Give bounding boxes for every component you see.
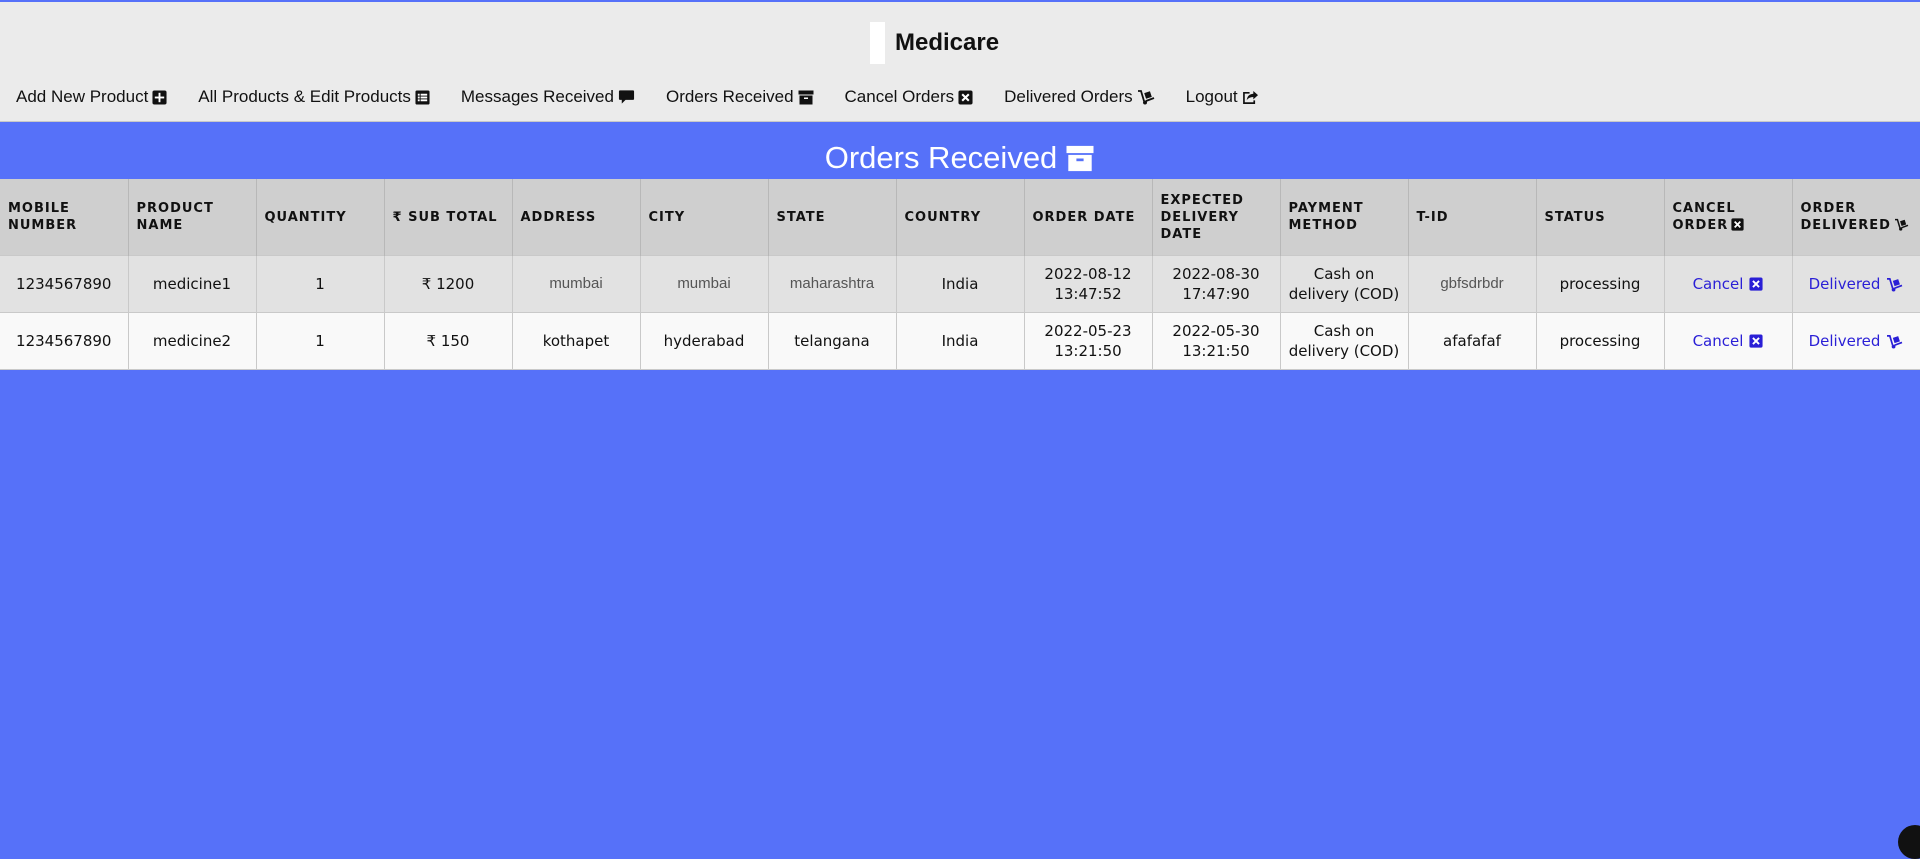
nav-label: Cancel Orders (844, 87, 955, 106)
cell-delivered: Delivered (1792, 312, 1920, 370)
cell-quantity: 1 (256, 255, 385, 313)
th-state: STATE (768, 179, 897, 256)
cell-order-date: 2022-08-12 13:47:52 (1024, 255, 1153, 313)
cell-mobile: 1234567890 (0, 312, 129, 370)
th-product-name: PRODUCT NAME (128, 179, 257, 256)
cell-product: medicine2 (128, 312, 257, 370)
th-country: COUNTRY (896, 179, 1025, 256)
nav-label: Messages Received (460, 87, 614, 106)
page-title-text: Orders Received (824, 140, 1058, 175)
dolly-icon (1887, 277, 1903, 292)
nav-delivered-orders[interactable]: Delivered Orders (1004, 87, 1155, 107)
cell-city: hyderabad (640, 312, 769, 370)
brand-name: Medicare (895, 29, 1000, 56)
rupee-icon: ₹ (392, 209, 403, 225)
cell-quantity: 1 (256, 312, 385, 370)
brand-logo (870, 22, 885, 64)
th-address: ADDRESS (512, 179, 641, 256)
cell-product: medicine1 (128, 255, 257, 313)
cell-state: telangana (768, 312, 897, 370)
th-order-date: ORDER DATE (1024, 179, 1153, 256)
cell-expected-date: 2022-08-30 17:47:90 (1152, 255, 1281, 313)
cell-country: India (896, 312, 1025, 370)
th-status: STATUS (1536, 179, 1665, 256)
x-square-icon (1749, 277, 1763, 291)
th-sub-total: ₹ SUB TOTAL (384, 179, 513, 256)
comment-icon (618, 90, 635, 104)
orders-table: MOBILE NUMBER PRODUCT NAME QUANTITY ₹ SUB … (0, 179, 1920, 370)
plus-square-icon (152, 89, 167, 105)
brand[interactable]: Medicare (870, 22, 999, 64)
share-icon (1242, 90, 1258, 104)
nav-cancel-orders[interactable]: Cancel Orders (845, 87, 974, 107)
dolly-icon (1894, 218, 1909, 231)
page-title-row: Orders Received (0, 140, 1920, 176)
cell-country: India (896, 255, 1025, 313)
cell-mobile: 1234567890 (0, 255, 129, 313)
table-header-row: MOBILE NUMBER PRODUCT NAME QUANTITY ₹ SUB … (0, 179, 1920, 256)
cell-cancel: Cancel (1664, 312, 1793, 370)
cell-status: processing (1536, 255, 1665, 313)
th-city: CITY (640, 179, 769, 256)
nav-orders-received[interactable]: Orders Received (666, 87, 814, 107)
th-quantity: QUANTITY (256, 179, 385, 256)
cell-address: mumbai (512, 255, 641, 313)
dolly-icon (1887, 334, 1903, 349)
cell-tid: afafafaf (1408, 312, 1537, 370)
x-square-icon (1749, 334, 1763, 348)
page-title: Orders Received (825, 140, 1096, 176)
nav-add-new-product[interactable]: Add New Product (16, 87, 167, 107)
th-order-delivered: ORDER DELIVERED (1792, 179, 1920, 256)
cell-expected-date: 2022-05-30 13:21:50 (1152, 312, 1281, 370)
corner-widget (1898, 825, 1920, 859)
x-square-icon (1731, 218, 1744, 231)
cell-cancel: Cancel (1664, 255, 1793, 313)
cell-delivered: Delivered (1792, 255, 1920, 313)
cell-city: mumbai (640, 255, 769, 313)
top-header: Medicare Add New Product All Products & … (0, 2, 1920, 122)
th-payment-method: PAYMENT METHOD (1280, 179, 1409, 256)
nav-label: Orders Received (665, 87, 794, 106)
archive-icon (1066, 145, 1094, 171)
x-square-icon (958, 89, 973, 105)
nav-all-products[interactable]: All Products & Edit Products (198, 87, 430, 107)
rupee-icon: ₹ (421, 275, 432, 293)
th-mobile-number: MOBILE NUMBER (0, 179, 129, 256)
th-cancel-order: CANCEL ORDER (1664, 179, 1793, 256)
cell-payment-method: Cash on delivery (COD) (1280, 312, 1409, 370)
nav-label: Add New Product (16, 87, 149, 106)
cell-subtotal: ₹ 150 (384, 312, 513, 370)
dolly-icon (1137, 90, 1154, 105)
nav-label: All Products & Edit Products (198, 87, 411, 106)
table-row: 1234567890 medicine1 1 ₹ 1200 mumbai mum… (0, 255, 1920, 313)
mark-delivered-link[interactable]: Delivered (1809, 274, 1904, 294)
th-tid: T-ID (1408, 179, 1537, 256)
cell-state: maharashtra (768, 255, 897, 313)
nav-label: Logout (1185, 87, 1238, 106)
cell-address: kothapet (512, 312, 641, 370)
cancel-order-link[interactable]: Cancel (1693, 274, 1764, 294)
archive-icon (798, 90, 814, 104)
th-expected-delivery-date: EXPECTED DELIVERY DATE (1152, 179, 1281, 256)
cell-payment-method: Cash on delivery (COD) (1280, 255, 1409, 313)
cancel-order-link[interactable]: Cancel (1693, 331, 1764, 351)
cell-subtotal: ₹ 1200 (384, 255, 513, 313)
cell-tid: gbfsdrbdr (1408, 255, 1537, 313)
nav-messages-received[interactable]: Messages Received (461, 87, 635, 107)
cell-order-date: 2022-05-23 13:21:50 (1024, 312, 1153, 370)
cell-status: processing (1536, 312, 1665, 370)
table-row: 1234567890 medicine2 1 ₹ 150 kothapet hy… (0, 312, 1920, 370)
main-nav: Add New Product All Products & Edit Prod… (16, 85, 1290, 109)
rupee-icon: ₹ (426, 332, 437, 350)
list-icon (415, 89, 430, 105)
nav-logout[interactable]: Logout (1186, 87, 1259, 107)
mark-delivered-link[interactable]: Delivered (1809, 331, 1904, 351)
nav-label: Delivered Orders (1004, 87, 1133, 106)
